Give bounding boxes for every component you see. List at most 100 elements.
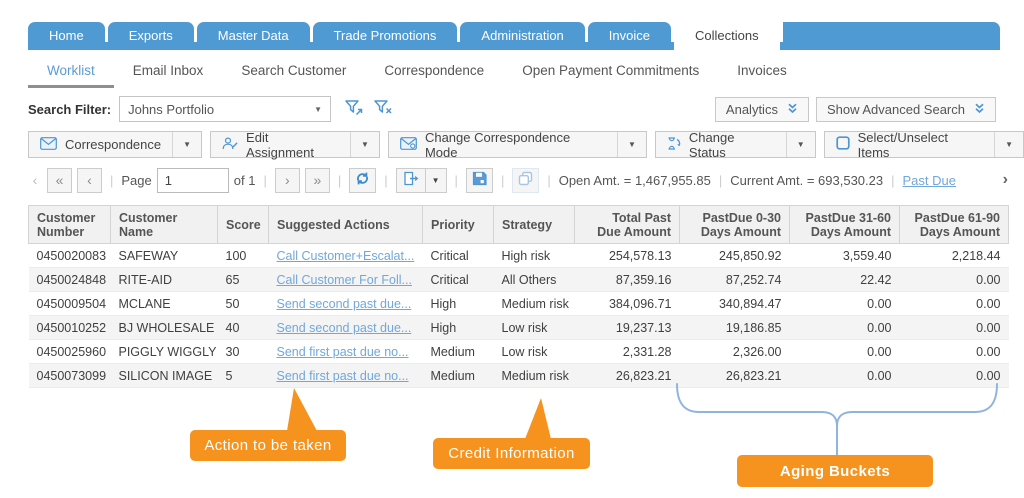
cell-d0_30: 2,326.00	[679, 339, 790, 364]
change-status-dropdown[interactable]: ▼	[785, 132, 815, 157]
cell-d0_30: 87,252.74	[679, 267, 790, 292]
suggested-action-link[interactable]: Send first past due no...	[277, 369, 409, 383]
correspondence-button[interactable]: Correspondence ▼	[28, 131, 203, 158]
subnav-correspondence[interactable]: Correspondence	[365, 57, 503, 88]
refresh-button[interactable]	[349, 167, 377, 193]
cell-d61_90: 0.00	[899, 339, 1009, 364]
col-total-past-due[interactable]: Total Past Due Amount	[574, 205, 680, 244]
cell-name: SILICON IMAGE	[110, 363, 218, 388]
search-filter-row: Search Filter: Johns Portfolio ▼ Analyti…	[28, 95, 996, 123]
col-pastdue-61-90[interactable]: PastDue 61-90 Days Amount	[899, 205, 1009, 244]
cell-action: Send second past due...	[268, 315, 423, 340]
advanced-search-label: Show Advanced Search	[826, 101, 965, 117]
page-number-input[interactable]	[156, 167, 229, 193]
separator: |	[547, 172, 551, 188]
table-row[interactable]: 0450024848 RITE-AID 65 Call Customer For Fo…	[28, 267, 1009, 292]
col-customer-name[interactable]: Customer Name	[110, 205, 218, 244]
select-unselect-items-button[interactable]: Select/Unselect Items ▼	[823, 130, 1024, 160]
action-toolbar: Correspondence ▼ Edit Assignment ▼ Chang…	[28, 129, 1024, 160]
table-row[interactable]: 0450010252 BJ WHOLESALE 40 Send second past…	[28, 315, 1009, 340]
col-pastdue-0-30[interactable]: PastDue 0-30 Days Amount	[679, 205, 790, 244]
search-filter-label: Search Filter:	[28, 101, 112, 117]
next-page-button[interactable]: ›	[274, 167, 300, 193]
tab-administration[interactable]: Administration	[460, 22, 585, 50]
table-row[interactable]: 0450020083 SAFEWAY 100 Call Customer+Escala…	[28, 243, 1009, 268]
collapse-chevron-icon[interactable]: ‹	[28, 172, 42, 188]
cell-total: 384,096.71	[574, 291, 680, 316]
tab-collections[interactable]: Collections	[674, 22, 780, 50]
correspondence-dropdown[interactable]: ▼	[172, 132, 201, 157]
last-page-button[interactable]: »	[304, 167, 330, 193]
cell-total: 2,331.28	[574, 339, 680, 364]
edit-assignment-button[interactable]: Edit Assignment ▼	[210, 130, 380, 160]
cell-number: 0450024848	[28, 267, 111, 292]
previous-page-button[interactable]: ‹	[77, 167, 102, 193]
cell-d31_60: 0.00	[789, 339, 900, 364]
subnav-worklist[interactable]: Worklist	[28, 57, 114, 88]
apply-filter-button[interactable]	[345, 99, 364, 119]
export-dropdown[interactable]: ▼	[425, 167, 447, 193]
col-customer-number[interactable]: Customer Number	[28, 205, 111, 244]
table-row[interactable]: 0450025960 PIGGLY WIGGLY 30 Send first past…	[28, 339, 1009, 364]
subnav-invoices[interactable]: Invoices	[718, 57, 806, 88]
col-score[interactable]: Score	[217, 205, 269, 244]
change-status-button[interactable]: Change Status ▼	[654, 130, 816, 160]
subnav-search-customer[interactable]: Search Customer	[222, 57, 365, 88]
tab-trade-promotions[interactable]: Trade Promotions	[312, 22, 458, 50]
past-due-link[interactable]: Past Due	[903, 173, 956, 188]
copy-button[interactable]	[512, 167, 540, 193]
copy-icon	[518, 171, 533, 189]
cell-name: MCLANE	[110, 291, 218, 316]
change-correspondence-mode-button[interactable]: Change Correspondence Mode ▼	[387, 129, 647, 160]
callout-pointer	[525, 398, 551, 439]
separator: |	[500, 172, 505, 188]
cell-d31_60: 0.00	[789, 291, 900, 316]
checkbox-icon	[835, 136, 850, 153]
correspondence-label: Correspondence	[65, 137, 162, 152]
callout-action-to-be-taken: Action to be taken	[190, 388, 346, 461]
tab-master-data[interactable]: Master Data	[196, 22, 310, 50]
open-amount: Open Amt. = 1,467,955.85	[558, 172, 711, 188]
search-filter-select[interactable]: Johns Portfolio ▼	[119, 96, 332, 122]
change-correspondence-mode-dropdown[interactable]: ▼	[617, 132, 646, 157]
show-advanced-search-button[interactable]: Show Advanced Search	[815, 96, 996, 122]
edit-assignment-dropdown[interactable]: ▼	[350, 132, 379, 157]
callout-credit-label: Credit Information	[448, 445, 575, 462]
subnav-email-inbox[interactable]: Email Inbox	[114, 57, 223, 88]
col-priority[interactable]: Priority	[422, 205, 494, 244]
tab-home[interactable]: Home	[28, 22, 105, 50]
cell-strategy: All Others	[493, 267, 575, 292]
cell-d31_60: 3,559.40	[789, 243, 900, 268]
suggested-action-link[interactable]: Call Customer For Foll...	[277, 273, 412, 287]
aging-buckets-brace	[676, 383, 998, 457]
cell-name: SAFEWAY	[110, 243, 218, 268]
cell-action: Send first past due no...	[268, 339, 423, 364]
first-page-button[interactable]: «	[47, 167, 72, 193]
col-suggested-actions[interactable]: Suggested Actions	[268, 205, 423, 244]
suggested-action-link[interactable]: Call Customer+Escalat...	[277, 249, 415, 263]
cell-strategy: Low risk	[493, 315, 575, 340]
main-nav: Home Exports Master Data Trade Promotion…	[28, 22, 1000, 50]
select-unselect-items-dropdown[interactable]: ▼	[994, 132, 1023, 157]
export-button[interactable]	[395, 167, 426, 193]
subnav-open-payment-commitments[interactable]: Open Payment Commitments	[503, 57, 718, 88]
suggested-action-link[interactable]: Send first past due no...	[277, 345, 409, 359]
analytics-button[interactable]: Analytics	[714, 96, 809, 122]
suggested-action-link[interactable]: Send second past due...	[277, 297, 412, 311]
pager-status-bar: ‹ « ‹ | Page of 1 | › » | | ▼ |	[28, 166, 1008, 194]
col-pastdue-31-60[interactable]: PastDue 31-60 Days Amount	[789, 205, 900, 244]
separator: |	[718, 172, 723, 188]
clear-filter-button[interactable]	[374, 99, 393, 119]
export-button-group: ▼	[395, 167, 447, 193]
callout-action-label: Action to be taken	[204, 437, 332, 454]
col-strategy[interactable]: Strategy	[493, 205, 575, 244]
tab-invoice[interactable]: Invoice	[587, 22, 671, 50]
cell-d0_30: 340,894.47	[679, 291, 790, 316]
suggested-action-link[interactable]: Send second past due...	[277, 321, 412, 335]
table-row[interactable]: 0450009504 MCLANE 50 Send second past due..…	[28, 291, 1009, 316]
change-correspondence-mode-label: Change Correspondence Mode	[424, 129, 571, 160]
tab-exports[interactable]: Exports	[107, 22, 194, 50]
scroll-right-chevron-icon[interactable]: ›	[1003, 171, 1008, 189]
cell-action: Call Customer+Escalat...	[268, 243, 423, 268]
save-layout-button[interactable]	[465, 167, 493, 193]
